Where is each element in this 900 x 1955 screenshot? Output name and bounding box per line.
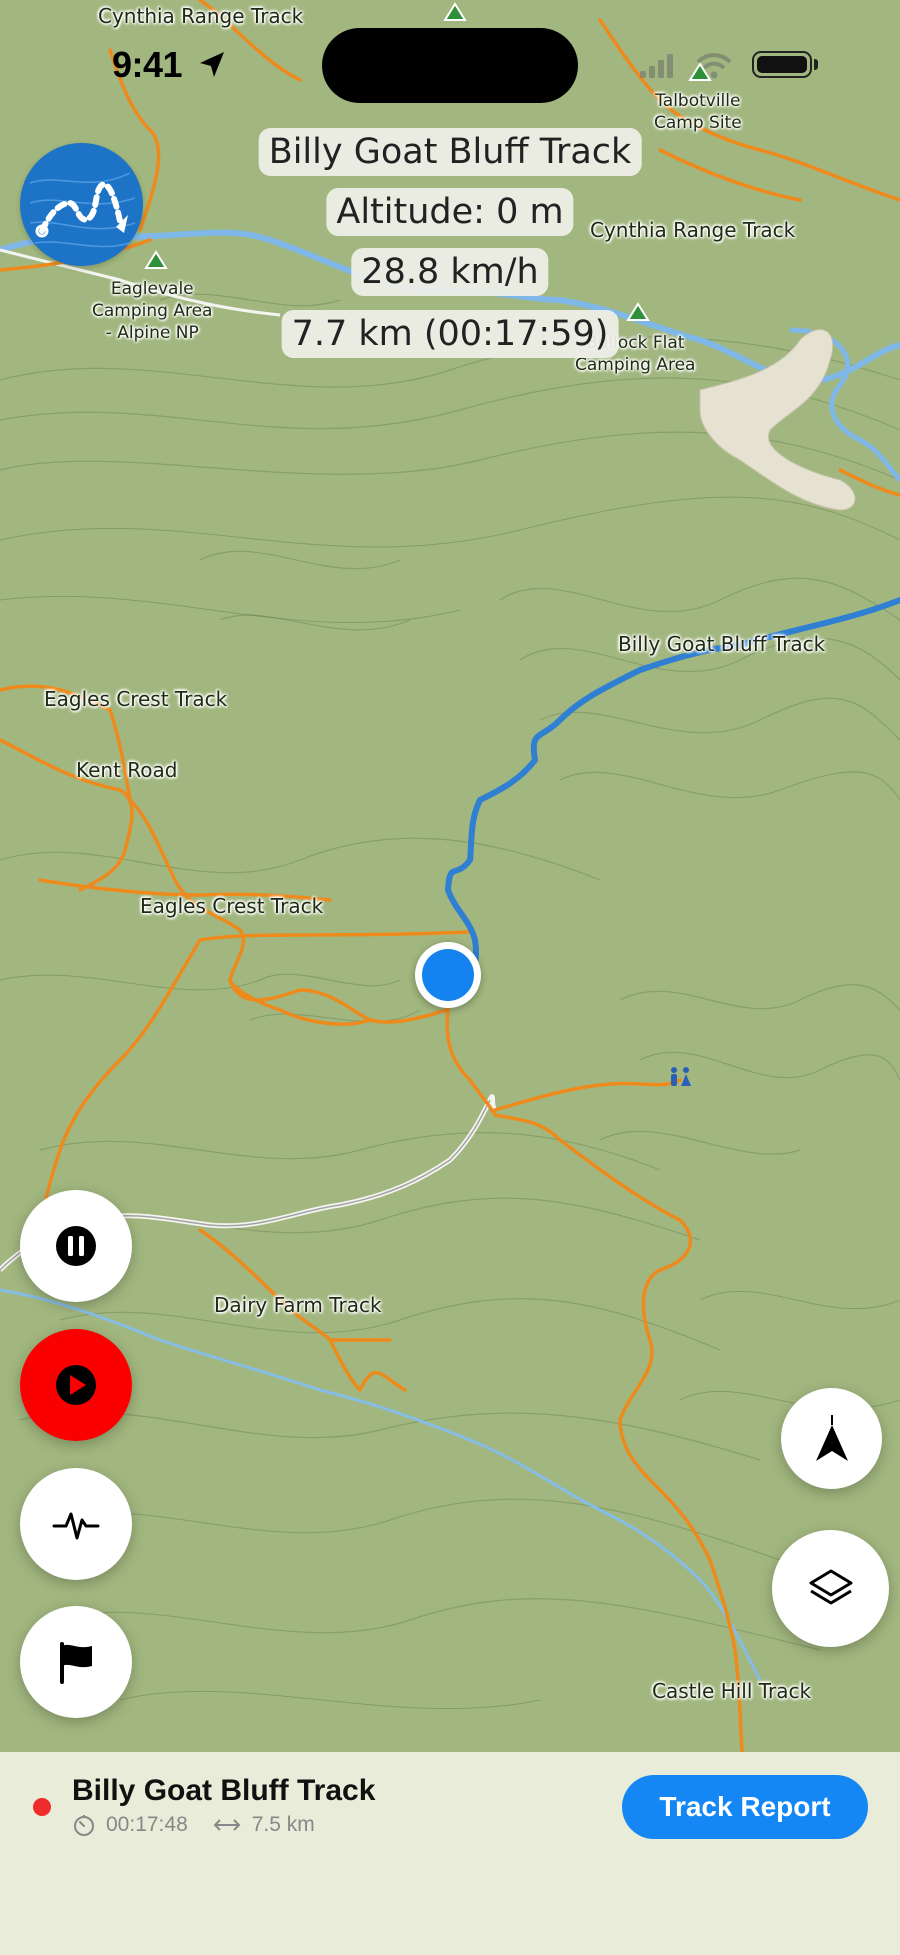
track-report-button[interactable]: Track Report [622,1775,868,1839]
app-logo[interactable] [20,143,143,266]
map-label-eaglevale-camping-area: Eaglevale Camping Area - Alpine NP [92,279,213,343]
recording-indicator [33,1798,51,1816]
pause-button[interactable] [20,1190,132,1302]
cellular-signal-icon [640,54,673,78]
flag-icon [60,1642,92,1684]
altitude-pill: Altitude: 0 m [326,188,574,236]
map-layers-button[interactable] [772,1530,889,1647]
map-label-talbotville-camp-site: Talbotville Camp Site [654,91,742,133]
battery-cap [814,59,818,70]
recording-stats: 00:17:48 7.5 km [72,1813,315,1837]
activity-button[interactable] [20,1468,132,1580]
distance-arrows-icon [213,1819,241,1831]
campsite-icon[interactable] [443,2,467,22]
layers-icon [809,1569,852,1604]
distance-time-pill: 7.7 km (00:17:59) [281,310,619,358]
map-label-billy-goat-bluff-track: Billy Goat Bluff Track [618,632,826,656]
play-record-icon [56,1365,96,1405]
record-button[interactable] [20,1329,132,1441]
distance-value: 7.5 km [251,1813,315,1836]
flag-button[interactable] [20,1606,132,1718]
pause-icon [56,1226,96,1266]
campsite-icon[interactable] [626,302,650,322]
map-label-eagles-crest-track: Eagles Crest Track [44,687,228,711]
wifi-icon [696,53,732,79]
campsite-icon[interactable] [144,250,168,270]
recording-track-title: Billy Goat Bluff Track [72,1774,376,1807]
speed-pill: 28.8 km/h [351,248,549,296]
current-location-marker [415,942,481,1008]
route-logo-icon [29,172,136,248]
map-label-kent-road: Kent Road [76,758,178,782]
battery-icon [752,51,812,78]
north-arrow-icon [815,1414,848,1461]
map-label-castle-hill-track: Castle Hill Track [652,1679,812,1703]
compass-button[interactable] [781,1388,882,1489]
map-label-dairy-farm-track: Dairy Farm Track [214,1293,382,1317]
track-name-pill: Billy Goat Bluff Track [258,128,642,176]
status-time: 9:41 [112,44,183,85]
dynamic-island [322,28,578,103]
map-label-eagles-crest-track-south: Eagles Crest Track [140,894,324,918]
elapsed-time: 00:17:48 [106,1813,188,1836]
timer-icon [74,1815,94,1836]
activity-pulse-icon [52,1512,100,1540]
map-label-cynthia-range-track: Cynthia Range Track [98,4,304,28]
map-label-cynthia-range-track-east: Cynthia Range Track [590,218,796,242]
location-services-icon [200,52,224,77]
toilets-icon[interactable] [666,1064,694,1092]
